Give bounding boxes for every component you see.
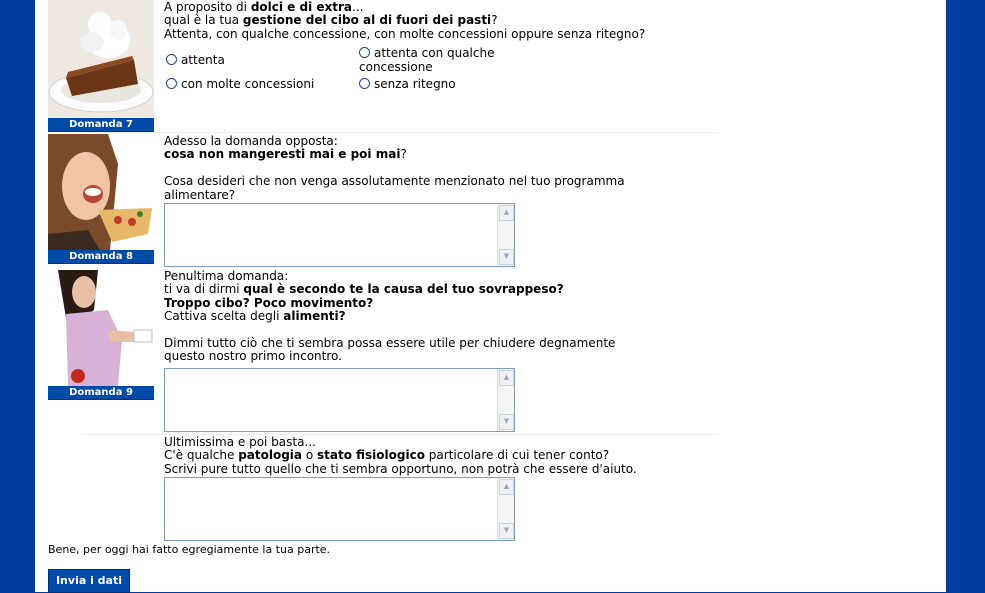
woman-apple-photo bbox=[48, 270, 154, 386]
divider bbox=[83, 132, 719, 133]
question-7-label: Domanda 7 bbox=[48, 118, 154, 132]
question-9-text: Penultima domanda: ti va di dirmi qual è… bbox=[164, 269, 616, 364]
radio-circle[interactable] bbox=[359, 47, 370, 58]
scroll-down-icon[interactable]: ▼ bbox=[499, 249, 514, 265]
submit-button[interactable]: Invia i dati bbox=[48, 569, 130, 593]
question-9-label: Domanda 9 bbox=[48, 386, 154, 400]
question-8-text: Adesso la domanda opposta: cosa non mang… bbox=[164, 134, 625, 202]
radio-circle[interactable] bbox=[166, 78, 177, 89]
radio-molte-concessioni[interactable]: con molte concessioni bbox=[166, 77, 314, 91]
closing-text: Bene, per oggi hai fatto egregiamente la… bbox=[48, 543, 331, 556]
scroll-up-icon[interactable]: ▲ bbox=[499, 205, 514, 221]
radio-attenta[interactable]: attenta bbox=[166, 53, 225, 67]
scrollbar[interactable]: ▲ ▼ bbox=[497, 204, 514, 266]
question-8-textarea[interactable]: ▲ ▼ bbox=[164, 203, 515, 267]
question-7-text: A proposito di dolci e di extra... qual … bbox=[164, 0, 646, 41]
scroll-up-icon[interactable]: ▲ bbox=[499, 370, 514, 386]
question-10-textarea[interactable]: ▲ ▼ bbox=[164, 477, 515, 541]
radio-circle[interactable] bbox=[166, 54, 177, 65]
scroll-down-icon[interactable]: ▼ bbox=[499, 523, 514, 539]
question-8-label: Domanda 8 bbox=[48, 250, 154, 264]
cake-photo bbox=[48, 0, 154, 118]
radio-senza-ritegno[interactable]: senza ritegno bbox=[359, 77, 456, 91]
radio-attenta-concessione[interactable]: attenta con qualche concessione bbox=[359, 46, 494, 74]
radio-circle[interactable] bbox=[359, 78, 370, 89]
scrollbar[interactable]: ▲ ▼ bbox=[497, 478, 514, 540]
scroll-up-icon[interactable]: ▲ bbox=[499, 479, 514, 495]
question-10-text: Ultimissima e poi basta... C'è qualche p… bbox=[164, 435, 637, 476]
scroll-down-icon[interactable]: ▼ bbox=[499, 414, 514, 430]
scrollbar[interactable]: ▲ ▼ bbox=[497, 369, 514, 431]
questionnaire-page: Domanda 7 A proposito di dolci e di extr… bbox=[35, 0, 946, 593]
woman-eating-pizza-photo bbox=[48, 134, 154, 250]
question-9-textarea[interactable]: ▲ ▼ bbox=[164, 368, 515, 432]
